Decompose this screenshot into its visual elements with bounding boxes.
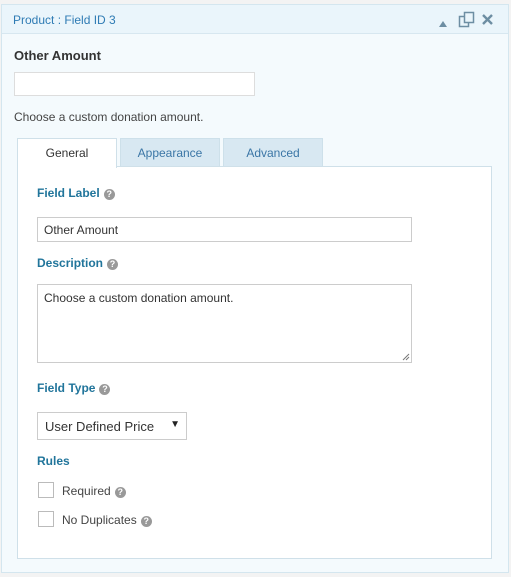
tab-general[interactable]: General [17,138,117,168]
field-label-setting-label: Field Label? [37,186,115,200]
field-type-selected: User Defined Price [45,419,155,434]
description-textarea[interactable]: Choose a custom donation amount. [37,284,412,363]
field-header-title: Product : Field ID 3 [13,13,116,27]
collapse-icon[interactable] [438,15,448,33]
field-label-heading: Field Label [37,186,100,200]
dropdown-arrow-icon: ▼ [170,419,180,430]
no-duplicates-checkbox[interactable] [38,511,54,527]
help-icon[interactable]: ? [140,516,152,527]
field-type-select[interactable]: User Defined Price ▼ [37,412,187,440]
help-icon[interactable]: ? [99,384,111,395]
field-header[interactable]: Product : Field ID 3 [2,5,508,34]
help-icon[interactable]: ? [114,487,126,498]
preview-amount-input[interactable] [14,72,255,96]
help-icon[interactable]: ? [107,259,119,270]
required-label: Required? [62,484,126,498]
field-type-setting-label: Field Type? [37,381,111,395]
description-setting-label: Description? [37,256,119,270]
tab-advanced[interactable]: Advanced [223,138,323,167]
field-label-input[interactable]: Other Amount [37,217,412,242]
required-label-text: Required [62,484,111,498]
help-icon[interactable]: ? [103,189,115,200]
resize-grip-icon[interactable] [402,353,410,361]
field-editor-panel: Product : Field ID 3 Other Amount Choose… [1,4,509,573]
preview-field-description: Choose a custom donation amount. [14,110,204,124]
description-text: Choose a custom donation amount. [44,291,234,305]
no-duplicates-label-text: No Duplicates [62,513,137,527]
required-checkbox[interactable] [38,482,54,498]
no-duplicates-label: No Duplicates? [62,513,152,527]
preview-field-label: Other Amount [14,48,101,63]
field-type-heading: Field Type [37,381,96,395]
tab-appearance[interactable]: Appearance [120,138,220,167]
delete-icon[interactable] [481,13,494,31]
description-heading: Description [37,256,104,270]
rules-heading: Rules [37,454,70,468]
duplicate-icon[interactable] [458,11,475,33]
